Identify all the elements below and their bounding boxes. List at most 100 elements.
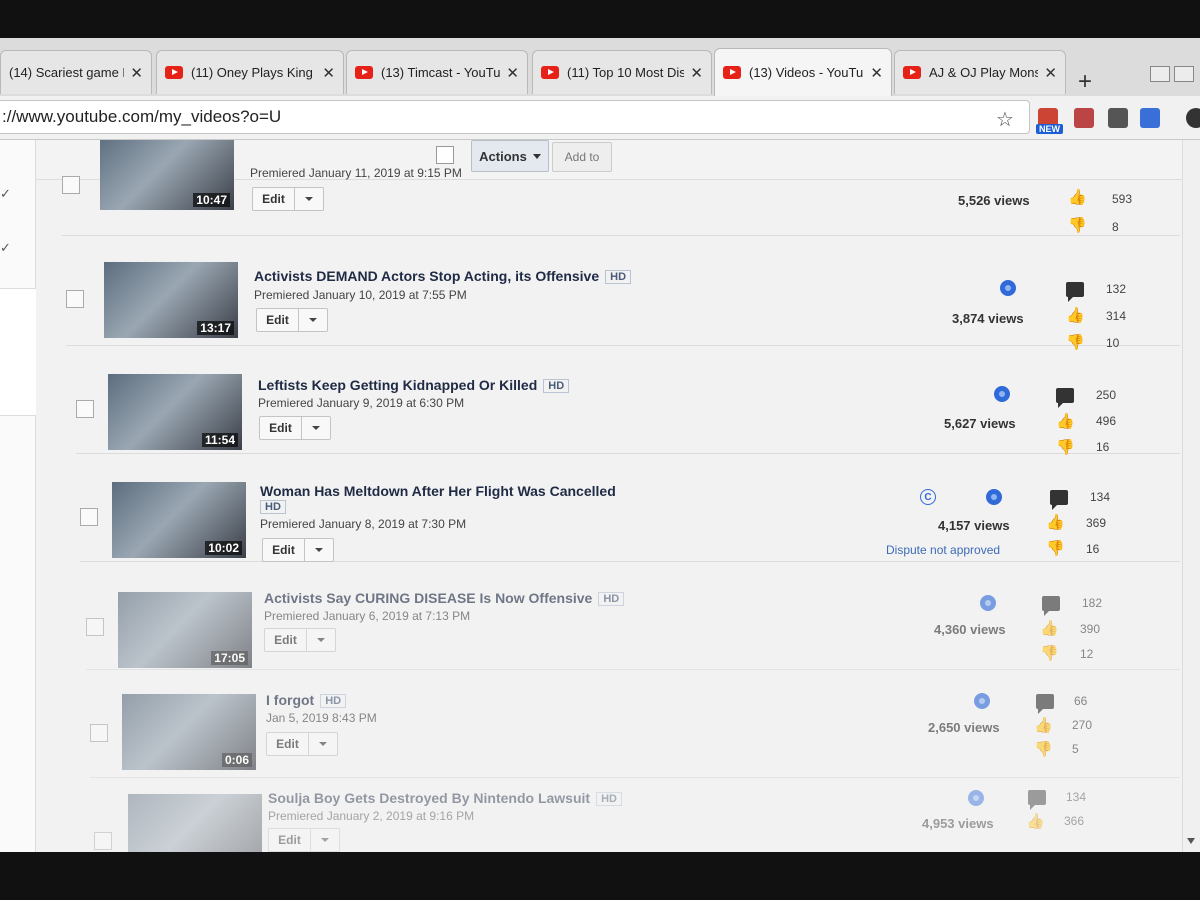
checkmark-icon: ✓ <box>0 186 11 201</box>
extension-icon[interactable] <box>1108 108 1128 128</box>
video-thumbnail[interactable]: 10:02 <box>112 482 246 558</box>
page-scrollbar[interactable] <box>1182 140 1200 852</box>
dispute-status-link[interactable]: Dispute not approved <box>886 543 1000 557</box>
edit-dropdown[interactable] <box>299 309 327 331</box>
video-duration: 10:02 <box>205 541 242 555</box>
premiered-date: Premiered January 9, 2019 at 6:30 PM <box>258 396 465 410</box>
globe-icon[interactable] <box>968 790 984 806</box>
dislike-count: 8 <box>1112 220 1119 234</box>
video-checkbox[interactable] <box>80 508 98 526</box>
comment-count: 132 <box>1106 282 1127 296</box>
premiered-date: Premiered January 11, 2019 at 9:15 PM <box>250 166 462 180</box>
video-title-text: Woman Has Meltdown After Her Flight Was … <box>260 483 616 499</box>
hd-badge: HD <box>598 592 625 606</box>
edit-dropdown[interactable] <box>295 188 323 210</box>
edit-button[interactable]: Edit <box>269 829 311 851</box>
video-title-text: I forgot <box>266 692 315 708</box>
video-checkbox[interactable] <box>66 290 84 308</box>
tab-close-icon[interactable]: ✕ <box>690 64 703 82</box>
translate-extension-icon[interactable] <box>1140 108 1160 128</box>
checkmark-icon: ✓ <box>0 240 11 255</box>
thumbs-down-icon: 👎 <box>1046 540 1065 557</box>
edit-button[interactable]: Edit <box>265 629 307 651</box>
video-thumbnail[interactable]: 17:05 <box>118 592 252 668</box>
edit-dropdown[interactable] <box>302 417 330 439</box>
video-duration: 17:05 <box>211 651 248 665</box>
bookmark-star-icon[interactable]: ☆ <box>996 107 1014 132</box>
tab-title: (13) Videos - YouTub <box>749 65 865 80</box>
like-count: 593 <box>1112 192 1133 206</box>
video-row: 10:47 Premiered January 11, 2019 at 9:15… <box>62 140 1180 236</box>
view-count: 5,627 views <box>944 416 1016 431</box>
globe-icon[interactable] <box>994 386 1010 402</box>
edit-dropdown[interactable] <box>305 539 333 561</box>
video-checkbox[interactable] <box>90 724 108 742</box>
video-row: 11:54 Leftists Keep Getting Kidnapped Or… <box>76 346 1180 455</box>
browser-tab-3[interactable]: (13) Timcast - YouTu ✕ <box>346 50 528 94</box>
video-title[interactable]: Activists DEMAND Actors Stop Acting, its… <box>254 268 632 284</box>
browser-tab-1[interactable]: (14) Scariest game E ✕ <box>0 50 152 94</box>
chevron-down-icon <box>312 426 320 430</box>
video-row: 13:17 Activists DEMAND Actors Stop Actin… <box>66 238 1180 350</box>
edit-button[interactable]: Edit <box>263 539 305 561</box>
extension-icon[interactable] <box>1074 108 1094 128</box>
video-title[interactable]: Woman Has Meltdown After Her Flight Was … <box>260 483 616 499</box>
comment-icon <box>1036 694 1054 714</box>
dislike-count: 12 <box>1080 647 1094 661</box>
comment-icon <box>1050 490 1068 510</box>
browser-tab-6[interactable]: AJ & OJ Play Monste ✕ <box>894 50 1066 94</box>
video-checkbox[interactable] <box>86 618 104 636</box>
edit-dropdown[interactable] <box>307 629 335 651</box>
video-thumbnail[interactable]: 10:47 <box>100 140 234 210</box>
address-bar[interactable]: ://www.youtube.com/my_videos?o=U ☆ <box>0 100 1030 134</box>
video-thumbnail[interactable]: 13:17 <box>104 262 238 338</box>
globe-icon[interactable] <box>1000 280 1016 296</box>
video-title[interactable]: Activists Say CURING DISEASE Is Now Offe… <box>264 590 625 606</box>
tab-close-icon[interactable]: ✕ <box>322 64 335 82</box>
browser-tab-2[interactable]: (11) Oney Plays King ✕ <box>156 50 344 94</box>
like-count: 390 <box>1080 622 1101 636</box>
video-checkbox[interactable] <box>62 176 80 194</box>
edit-button[interactable]: Edit <box>253 188 295 210</box>
video-checkbox[interactable] <box>94 832 112 850</box>
globe-icon[interactable] <box>974 693 990 709</box>
edit-button[interactable]: Edit <box>267 733 309 755</box>
edit-button[interactable]: Edit <box>260 417 302 439</box>
tab-strip: (14) Scariest game E ✕ (11) Oney Plays K… <box>0 38 1200 96</box>
profile-avatar-icon[interactable] <box>1186 108 1200 128</box>
globe-icon[interactable] <box>986 489 1002 505</box>
video-title[interactable]: Soulja Boy Gets Destroyed By Nintendo La… <box>268 790 622 806</box>
chevron-down-icon <box>309 318 317 322</box>
comment-count: 182 <box>1082 596 1103 610</box>
tab-close-icon[interactable]: ✕ <box>1044 64 1057 82</box>
video-row: 0:06 I forgot HD Jan 5, 2019 8:43 PM Edit… <box>90 670 1180 778</box>
youtube-icon <box>723 66 741 79</box>
hd-badge: HD <box>320 694 347 708</box>
minimize-icon[interactable] <box>1150 66 1170 82</box>
maximize-icon[interactable] <box>1174 66 1194 82</box>
scroll-down-arrow-icon[interactable] <box>1187 838 1195 844</box>
edit-button-group: Edit <box>262 538 334 562</box>
thumbs-up-icon: 👍 <box>1046 514 1065 531</box>
tab-close-icon[interactable]: ✕ <box>506 64 519 82</box>
edit-dropdown[interactable] <box>311 829 339 851</box>
browser-tab-active[interactable]: (13) Videos - YouTub ✕ <box>714 48 892 96</box>
edit-dropdown[interactable] <box>309 733 337 755</box>
comment-count: 66 <box>1074 694 1088 708</box>
globe-icon[interactable] <box>980 595 996 611</box>
video-checkbox[interactable] <box>76 400 94 418</box>
edit-button[interactable]: Edit <box>257 309 299 331</box>
tab-close-icon[interactable]: ✕ <box>870 64 883 82</box>
thumbs-down-icon: 👎 <box>1068 217 1087 234</box>
browser-tab-4[interactable]: (11) Top 10 Most Dis ✕ <box>532 50 712 94</box>
tab-close-icon[interactable]: ✕ <box>130 64 143 82</box>
copyright-icon[interactable]: C <box>920 489 936 505</box>
new-tab-button[interactable]: + <box>1078 68 1092 96</box>
video-thumbnail[interactable]: 11:54 <box>108 374 242 450</box>
view-count: 4,157 views <box>938 518 1010 533</box>
video-thumbnail[interactable]: 0:06 <box>122 694 256 770</box>
video-title[interactable]: Leftists Keep Getting Kidnapped Or Kille… <box>258 377 570 393</box>
video-title[interactable]: I forgot HD <box>266 692 347 708</box>
video-title-text: Activists Say CURING DISEASE Is Now Offe… <box>264 590 593 606</box>
video-thumbnail[interactable] <box>128 794 262 852</box>
